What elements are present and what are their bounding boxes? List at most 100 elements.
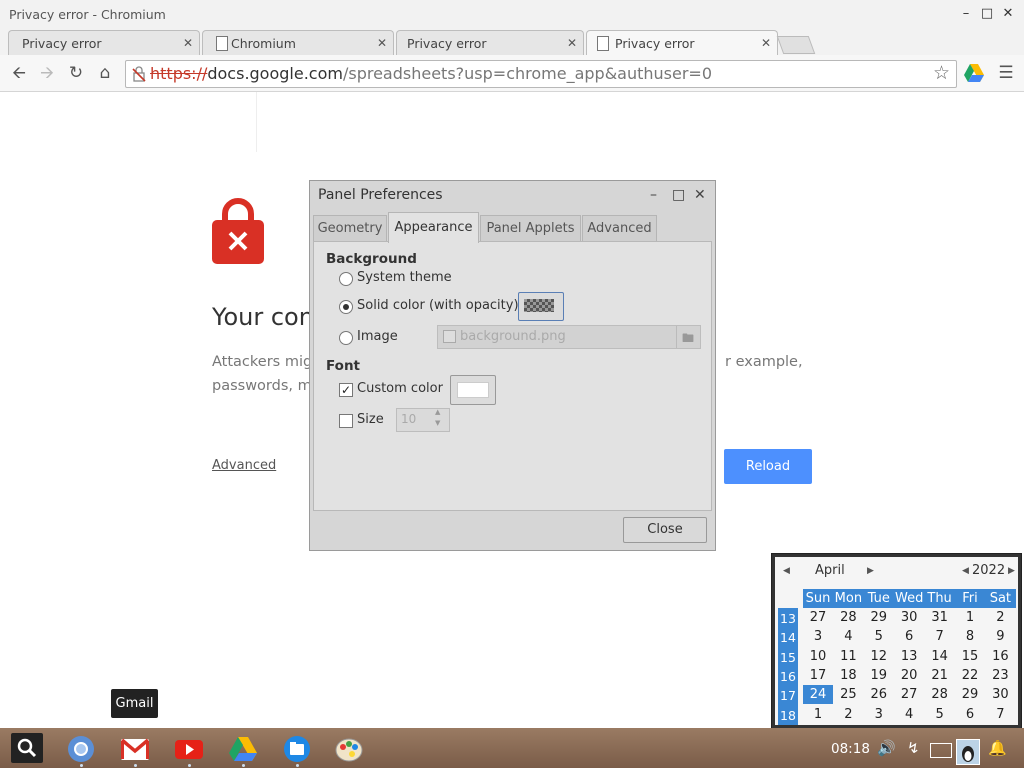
- dialog-maximize-icon[interactable]: □: [672, 187, 685, 203]
- prev-year-icon[interactable]: ◀: [962, 566, 969, 576]
- system-theme-radio[interactable]: [339, 272, 353, 286]
- calendar-day[interactable]: 28: [925, 685, 955, 704]
- calendar-day[interactable]: 29: [864, 608, 894, 627]
- tab-geometry[interactable]: Geometry: [313, 215, 387, 242]
- calendar-day[interactable]: 11: [833, 647, 863, 666]
- calendar-day[interactable]: 21: [925, 666, 955, 685]
- size-checkbox[interactable]: [339, 414, 353, 428]
- calendar-day[interactable]: 18: [833, 666, 863, 685]
- calendar-day[interactable]: 27: [803, 608, 833, 627]
- image-file-chooser[interactable]: background.png 🖿: [437, 325, 701, 349]
- spin-up-icon[interactable]: ▲: [435, 408, 440, 416]
- tab-privacy-error-1[interactable]: Privacy error ✕: [8, 30, 200, 56]
- calendar-day[interactable]: 27: [894, 685, 924, 704]
- calendar-day[interactable]: 30: [985, 685, 1015, 704]
- calendar-day-selected[interactable]: 24: [803, 685, 833, 705]
- calendar-day[interactable]: 10: [803, 647, 833, 666]
- close-tab-icon[interactable]: ✕: [377, 36, 387, 50]
- calendar-day[interactable]: 5: [864, 627, 894, 646]
- menu-icon[interactable]: ☰: [995, 62, 1017, 84]
- address-bar[interactable]: https://docs.google.com/spreadsheets?usp…: [125, 60, 957, 88]
- bookmark-star-icon[interactable]: ☆: [933, 62, 950, 84]
- google-drive-icon[interactable]: [963, 63, 985, 83]
- calendar-day[interactable]: 29: [955, 685, 985, 704]
- calendar-day[interactable]: 7: [925, 627, 955, 646]
- calendar-day[interactable]: 4: [833, 627, 863, 646]
- close-button[interactable]: Close: [623, 517, 707, 543]
- calendar-day[interactable]: 30: [894, 608, 924, 627]
- calendar-day[interactable]: 5: [925, 705, 955, 724]
- custom-color-checkbox[interactable]: ✓: [339, 383, 353, 397]
- calendar-day[interactable]: 26: [864, 685, 894, 704]
- keyboard-icon[interactable]: [930, 743, 952, 758]
- font-color-button[interactable]: [450, 375, 496, 405]
- calendar-day[interactable]: 15: [955, 647, 985, 666]
- calendar-day[interactable]: 6: [955, 705, 985, 724]
- calendar-day[interactable]: 1: [955, 608, 985, 627]
- calendar-day[interactable]: 23: [985, 666, 1015, 685]
- reload-button[interactable]: Reload: [724, 449, 812, 484]
- drive-icon[interactable]: [228, 735, 258, 763]
- background-color-button[interactable]: [518, 292, 564, 321]
- dialog-close-icon[interactable]: ✕: [694, 187, 706, 203]
- files-icon[interactable]: [282, 735, 312, 763]
- calendar-day[interactable]: 25: [833, 685, 863, 704]
- user-avatar[interactable]: [956, 739, 980, 765]
- url-text[interactable]: https://docs.google.com/spreadsheets?usp…: [150, 64, 712, 83]
- spin-down-icon[interactable]: ▼: [435, 419, 440, 427]
- tab-appearance[interactable]: Appearance: [388, 212, 479, 243]
- launcher-button[interactable]: [11, 733, 43, 763]
- next-year-icon[interactable]: ▶: [1008, 566, 1015, 576]
- calendar-day[interactable]: 2: [833, 705, 863, 724]
- next-month-icon[interactable]: ▶: [867, 566, 874, 576]
- prev-month-icon[interactable]: ◀: [783, 566, 790, 576]
- solid-color-radio[interactable]: [339, 300, 353, 314]
- calendar-day[interactable]: 7: [985, 705, 1015, 724]
- calendar-day[interactable]: 6: [894, 627, 924, 646]
- calendar-day[interactable]: 12: [864, 647, 894, 666]
- calendar-day[interactable]: 20: [894, 666, 924, 685]
- close-tab-icon[interactable]: ✕: [183, 36, 193, 50]
- bluetooth-icon[interactable]: ↯: [907, 739, 920, 757]
- close-tab-icon[interactable]: ✕: [567, 36, 577, 50]
- reload-icon[interactable]: ↻: [65, 62, 87, 84]
- calendar-day[interactable]: 14: [925, 647, 955, 666]
- calendar-day[interactable]: 19: [864, 666, 894, 685]
- calendar-day[interactable]: 17: [803, 666, 833, 685]
- advanced-link[interactable]: Advanced: [212, 458, 276, 473]
- minimize-icon[interactable]: –: [958, 6, 974, 22]
- tab-advanced[interactable]: Advanced: [582, 215, 657, 242]
- close-window-icon[interactable]: ✕: [1000, 6, 1016, 22]
- calendar-day[interactable]: 16: [985, 647, 1015, 666]
- calendar-day[interactable]: 4: [894, 705, 924, 724]
- chromium-icon[interactable]: [66, 735, 96, 763]
- youtube-icon[interactable]: [174, 735, 204, 763]
- calendar-day[interactable]: 8: [955, 627, 985, 646]
- close-tab-icon[interactable]: ✕: [761, 36, 771, 50]
- paint-icon[interactable]: [334, 735, 364, 763]
- clock[interactable]: 08:18: [831, 741, 870, 757]
- calendar-day[interactable]: 1: [803, 705, 833, 724]
- calendar-day[interactable]: 31: [925, 608, 955, 627]
- calendar-day[interactable]: 3: [803, 627, 833, 646]
- calendar-day[interactable]: 3: [864, 705, 894, 724]
- insecure-lock-icon[interactable]: [132, 66, 146, 82]
- tab-chromium[interactable]: Chromium ✕: [202, 30, 394, 56]
- maximize-icon[interactable]: □: [979, 6, 995, 22]
- gmail-icon[interactable]: [120, 735, 150, 763]
- dialog-minimize-icon[interactable]: –: [650, 187, 657, 203]
- calendar-day[interactable]: 28: [833, 608, 863, 627]
- calendar-day[interactable]: 2: [985, 608, 1015, 627]
- calendar-day[interactable]: 22: [955, 666, 985, 685]
- new-tab-button[interactable]: [776, 36, 816, 54]
- image-radio[interactable]: [339, 331, 353, 345]
- forward-icon[interactable]: 🡪: [36, 62, 58, 84]
- tab-privacy-error-3[interactable]: Privacy error ✕: [396, 30, 584, 56]
- notification-bell-icon[interactable]: 🔔: [988, 739, 1007, 757]
- calendar-day[interactable]: 9: [985, 627, 1015, 646]
- tab-panel-applets[interactable]: Panel Applets: [480, 215, 581, 242]
- back-icon[interactable]: 🡨: [8, 62, 30, 84]
- calendar-day[interactable]: 13: [894, 647, 924, 666]
- home-icon[interactable]: ⌂: [94, 62, 116, 84]
- volume-icon[interactable]: 🔊: [877, 739, 896, 757]
